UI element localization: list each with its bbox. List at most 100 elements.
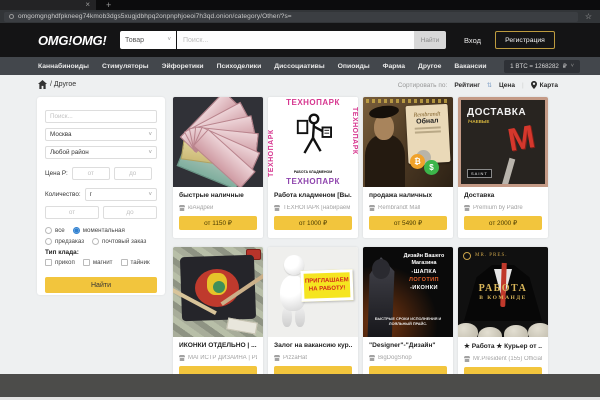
art-text: РАБОТА	[458, 283, 548, 294]
district-select[interactable]: Любой район ˅	[45, 146, 157, 159]
url-text[interactable]: omgomgnghdfpkneeg74kmob3dgs5xugjdbhpq2on…	[18, 13, 292, 20]
stash-option-magnet[interactable]: магнит	[83, 259, 113, 266]
product-seller[interactable]: PizzaHat	[274, 355, 352, 361]
checkbox-icon[interactable]	[121, 259, 128, 266]
product-card[interactable]: быстрые наличные юАндрей от 1150 ₽	[173, 97, 263, 238]
art-text: -ШАПКА	[397, 269, 451, 275]
money-bag-art	[528, 323, 548, 337]
nav-item-cannabinoids[interactable]: Каннабиноиды	[38, 63, 89, 70]
product-image: ПРИГЛАШАЕМ НА РАБОТУ!	[268, 247, 358, 337]
product-seller[interactable]: ТЕХНОПАРК [набираем к...	[274, 205, 352, 211]
checkbox-icon[interactable]	[83, 259, 90, 266]
delivery-option-mail[interactable]: почтовый заказ	[92, 238, 146, 245]
search-input[interactable]	[177, 31, 414, 49]
portrait-art	[365, 135, 405, 187]
delivery-option-all[interactable]: все	[45, 227, 65, 234]
radio-icon[interactable]	[92, 238, 99, 245]
product-title[interactable]: ИКОНКИ ОТДЕЛЬНО | ...	[179, 342, 257, 349]
site-identity-icon[interactable]	[9, 14, 14, 19]
map-button[interactable]: Карта	[531, 81, 558, 89]
stash-option-label: прикоп	[55, 259, 75, 266]
register-button[interactable]: Регистрация	[495, 31, 555, 49]
nav-item-opioids[interactable]: Опиоиды	[338, 63, 370, 70]
product-card[interactable]: Rembrandt Обнал ₿ $ продажа наличных Rem…	[363, 97, 453, 238]
product-seller[interactable]: Premium by Padre	[464, 205, 542, 211]
stash-option-buried[interactable]: прикоп	[45, 259, 75, 266]
radio-checked-icon[interactable]	[73, 227, 80, 234]
product-seller[interactable]: Rembrandt Mall	[369, 205, 447, 211]
product-title[interactable]: ★ Работа ★ Курьер от ...	[464, 342, 542, 350]
product-card[interactable]: ДОСТАВКА /ЧАЕВЫЕ М SAINT Доставка Premiu…	[458, 97, 548, 238]
nav-item-psychedelics[interactable]: Психоделики	[217, 63, 262, 70]
product-price-button[interactable]: от 5490 ₽	[369, 216, 447, 230]
quantity-to-input[interactable]	[103, 206, 157, 219]
radio-icon[interactable]	[45, 227, 52, 234]
product-price-button[interactable]: от 1000 ₽	[274, 216, 352, 230]
product-title[interactable]: Доставка	[464, 192, 542, 199]
nav-item-euphoretics[interactable]: Эйфоретики	[162, 63, 204, 70]
delivery-option-preorder[interactable]: предзаказ	[45, 238, 84, 245]
delivery-option-instant[interactable]: моментальная	[73, 227, 125, 234]
price-to-input[interactable]	[114, 167, 152, 180]
nav-item-stimulants[interactable]: Стимуляторы	[102, 63, 149, 70]
seller-name: Premium by Padre	[473, 205, 523, 211]
product-card[interactable]: Дизайн Вашего Магазина -ШАПКА ЛОГОТИП -И…	[363, 247, 453, 388]
product-seller[interactable]: Mr.President (155) Official	[464, 356, 542, 362]
product-card[interactable]: MR. PRES. РАБОТА В КОМАНДЕ ★ Работа ★ Ку…	[458, 247, 548, 388]
price-from-input[interactable]	[72, 167, 110, 180]
product-seller[interactable]: юАндрей	[179, 205, 257, 211]
portrait-art	[368, 104, 399, 120]
quantity-label: Количество:	[45, 191, 81, 198]
site-logo[interactable]: OMG!OMG!	[38, 33, 106, 48]
search-button[interactable]: Найти	[414, 31, 446, 49]
close-tab-icon[interactable]: ×	[85, 0, 90, 10]
product-title[interactable]: Работа кладменом [Вы...	[274, 192, 352, 199]
btc-rate-widget[interactable]: 1 BTC = 1268282 ₽ ˅	[504, 60, 580, 73]
chevron-down-icon: ˅	[167, 37, 171, 43]
bookmark-star-icon[interactable]: ☆	[585, 12, 592, 22]
new-tab-icon[interactable]: +	[106, 0, 111, 10]
art-text: /ЧАЕВЫЕ	[468, 119, 489, 124]
product-seller[interactable]: МАГИСТР ДИЗАЙНА | РИ...	[179, 355, 257, 361]
radio-icon[interactable]	[45, 238, 52, 245]
seller-name: юАндрей	[188, 205, 213, 211]
taskbar[interactable]	[0, 374, 600, 397]
nav-item-vacancies[interactable]: Вакансии	[454, 63, 486, 70]
nav-item-other[interactable]: Другое	[418, 63, 441, 70]
sort-controls: Сортировать по: Рейтинг ⇅ Цена | Карта	[398, 81, 558, 89]
art-text: ЛОГОТИП	[397, 277, 451, 283]
breadcrumb[interactable]: / Другое	[50, 81, 76, 88]
nav-item-pharma[interactable]: Фарма	[383, 63, 405, 70]
product-image: MR. PRES. РАБОТА В КОМАНДЕ	[458, 247, 548, 337]
browser-tab[interactable]: ×	[0, 0, 96, 10]
filter-search-input[interactable]	[45, 110, 157, 123]
product-title[interactable]: быстрые наличные	[179, 192, 257, 199]
banknote-art	[226, 317, 258, 334]
sort-arrows-icon[interactable]: ⇅	[487, 82, 492, 89]
product-title[interactable]: Залог на вакансию кур...	[274, 342, 352, 349]
product-card[interactable]: ИКОНКИ ОТДЕЛЬНО | ... МАГИСТР ДИЗАЙНА | …	[173, 247, 263, 388]
product-seller[interactable]: BigDogShop	[369, 355, 447, 361]
sort-by-price[interactable]: Цена	[499, 82, 515, 89]
product-title[interactable]: "Designer"-"Дизайн"	[369, 342, 447, 349]
art-text: Дизайн Вашего	[397, 253, 451, 260]
nav-item-dissociatives[interactable]: Диссоциативы	[274, 63, 324, 70]
checkbox-icon[interactable]	[45, 259, 52, 266]
url-field[interactable]: omgomgnghdfpkneeg74kmob3dgs5xugjdbhpq2on…	[4, 12, 578, 22]
sort-by-rating[interactable]: Рейтинг	[454, 82, 480, 89]
product-title[interactable]: продажа наличных	[369, 192, 447, 199]
quantity-from-input[interactable]	[45, 206, 99, 219]
city-select[interactable]: Москва ˅	[45, 128, 157, 141]
stash-option-hidden[interactable]: тайник	[121, 259, 150, 266]
product-price-button[interactable]: от 2000 ₽	[464, 216, 542, 230]
product-card[interactable]: ПРИГЛАШАЕМ НА РАБОТУ! Залог на вакансию …	[268, 247, 358, 388]
product-type-select[interactable]: Товар ˅	[120, 31, 176, 49]
login-link[interactable]: Вход	[464, 36, 481, 45]
product-price-button[interactable]: от 1150 ₽	[179, 216, 257, 230]
shop-icon	[464, 356, 470, 362]
art-text: ТЕХНОПАРК	[268, 177, 358, 186]
apply-filters-button[interactable]: Найти	[45, 277, 157, 293]
product-card[interactable]: ТЕХНОПАРК ТЕХНОПАРК ТЕХНОПАРК ТЕХНОПАРК …	[268, 97, 358, 238]
home-icon[interactable]	[38, 80, 47, 89]
quantity-unit-select[interactable]: г ˅	[85, 188, 157, 201]
